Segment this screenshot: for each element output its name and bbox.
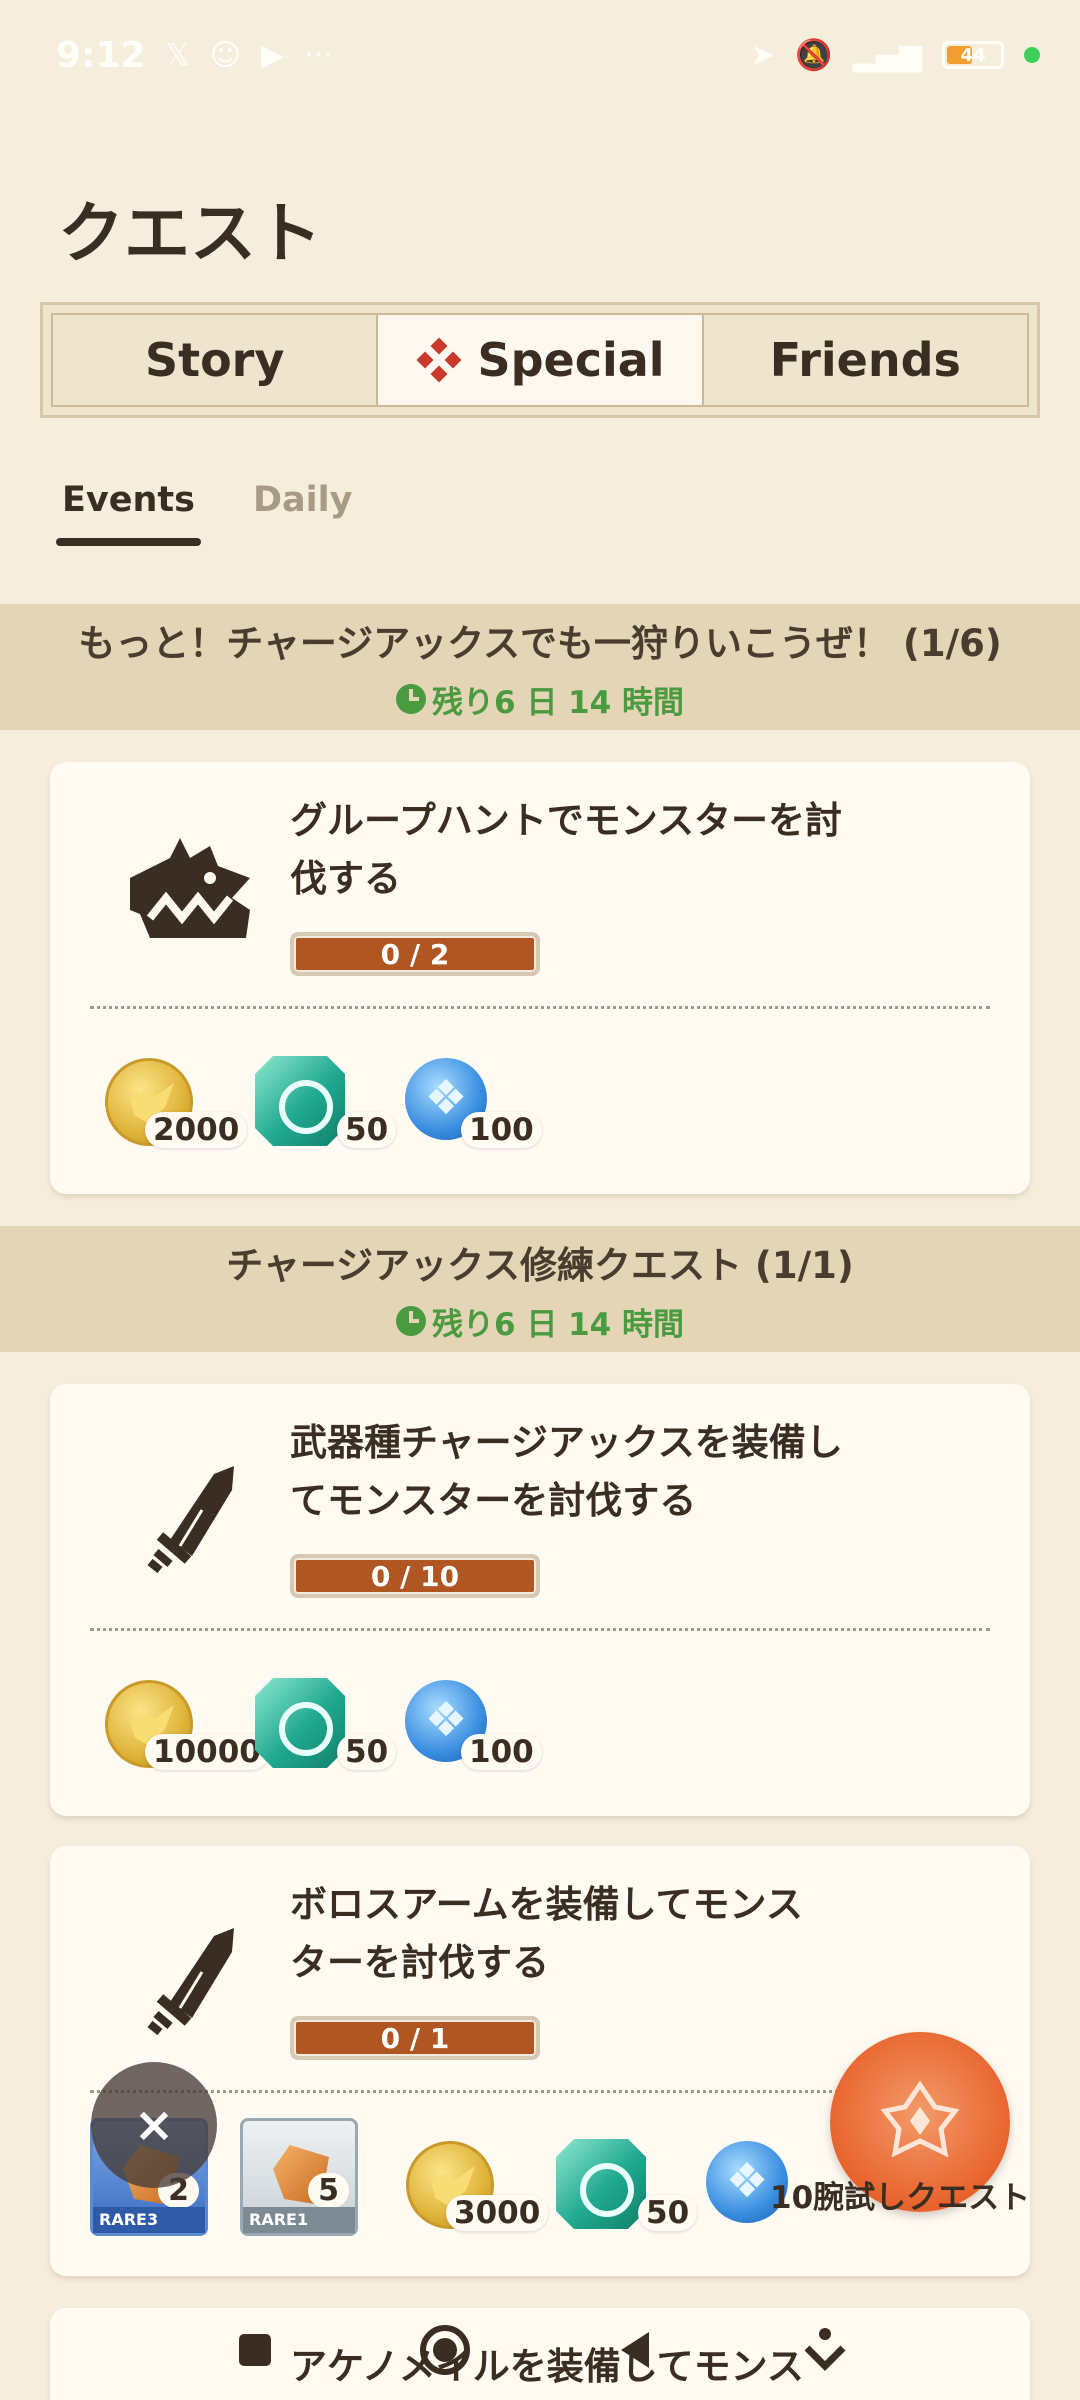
reward-count: 2000 <box>145 1112 248 1148</box>
challenge-emblem-icon <box>880 2080 960 2158</box>
monster-icon <box>130 838 250 938</box>
reward-gem: 50 <box>255 1674 405 1774</box>
quest-description: グループハントでモンスターを討 伐する <box>290 792 910 908</box>
reward-count: 3000 <box>446 2195 549 2231</box>
quest-description: 武器種チャージアックスを装備し てモンスターを討伐する <box>290 1414 910 1530</box>
reward-zenny: 2000 <box>105 1052 255 1152</box>
section-header: チャージアックス修練クエスト (1/1) 残り6 日 14 時間 <box>0 1226 1080 1352</box>
quest-text-line: ボロスアームを装備してモンス <box>290 1883 803 1926</box>
subtab-daily[interactable]: Daily <box>253 480 352 546</box>
subtab-events[interactable]: Events <box>56 480 201 546</box>
reward-count: 100 <box>461 1734 542 1770</box>
home-button[interactable] <box>415 2320 475 2380</box>
challenge-quest-label: 10腕試しクエスト <box>770 2180 1031 2216</box>
battery-level: 44 <box>960 44 986 66</box>
status-right: ➤ 🔕 ▂▄▆ 44 <box>750 38 1040 73</box>
divider <box>90 1628 990 1631</box>
weapon-icon <box>147 1928 234 2036</box>
status-bar: 9:12 𝕏 ☺ ▶ ··· ➤ 🔕 ▂▄▆ 44 <box>0 0 1080 110</box>
tab-label: Special <box>477 333 665 387</box>
quest-text-line: 武器種チャージアックスを装備し <box>290 1421 843 1464</box>
reward-count: 50 <box>337 1734 397 1770</box>
quest-text-line: グループハントでモンスターを討 <box>290 799 843 842</box>
navigation-bar <box>0 2300 1080 2400</box>
youtube-icon: ▶ <box>261 37 285 73</box>
battery-icon: 44 <box>942 41 1004 69</box>
special-emblem-icon <box>416 337 462 383</box>
rewards: 10000 50 100 <box>105 1674 555 1774</box>
gem-icon <box>556 2139 646 2229</box>
quest-progress: 0 / 2 <box>290 932 540 976</box>
rarity-label: RARE3 <box>93 2207 205 2233</box>
time-left: 残り6 日 14 時間 <box>431 1306 685 1343</box>
close-icon: × <box>133 2097 175 2153</box>
quest-text-line: 伐する <box>290 857 401 900</box>
reward-gem: 50 <box>255 1052 405 1152</box>
reward-count: 10000 <box>145 1734 269 1770</box>
privacy-indicator-icon <box>1024 47 1040 63</box>
rewards: 2000 50 100 <box>105 1052 555 1152</box>
circle-home-icon <box>420 2325 470 2375</box>
quest-description: ボロスアームを装備してモンス ターを討伐する <box>290 1876 910 1992</box>
reward-count: 5 <box>308 2173 349 2208</box>
reward-orb: 100 <box>405 1674 555 1774</box>
tab-label: Story <box>144 333 285 387</box>
section-title: もっと！チャージアックスでも一狩りいこうぜ！ (1/6) <box>78 621 1002 665</box>
page-title: クエスト <box>58 195 322 272</box>
reward-zenny: 3000 <box>406 2135 556 2235</box>
tab-special[interactable]: Special <box>378 315 704 405</box>
reward-gem: 50 <box>556 2135 706 2235</box>
section-timer: 残り6 日 14 時間 <box>395 1299 685 1344</box>
section-header: もっと！チャージアックスでも一狩りいこうぜ！ (1/6) 残り6 日 14 時間 <box>0 604 1080 730</box>
section-timer: 残り6 日 14 時間 <box>395 677 685 722</box>
reward-count: 50 <box>337 1112 397 1148</box>
notification-app-icon: ☺ <box>209 37 241 73</box>
quest-progress: 0 / 10 <box>290 1554 540 1598</box>
close-button[interactable]: × <box>91 2062 217 2188</box>
status-time: 9:12 <box>56 34 146 76</box>
quest-text-line: ターを討伐する <box>290 1941 549 1984</box>
quest-progress: 0 / 1 <box>290 2016 540 2060</box>
reward-equipment: 5 RARE1 <box>240 2118 406 2242</box>
reward-orb: 100 <box>405 1052 555 1152</box>
main-tabs: Story Special Friends <box>40 302 1040 418</box>
clock-icon <box>395 684 426 714</box>
equipment-rare1: 5 RARE1 <box>240 2118 358 2236</box>
tab-story[interactable]: Story <box>53 315 379 405</box>
time-left: 残り6 日 14 時間 <box>431 684 685 721</box>
mute-icon: 🔕 <box>795 37 833 73</box>
gem-icon <box>255 1678 345 1768</box>
triangle-back-icon <box>621 2332 649 2368</box>
tab-label: Friends <box>769 333 961 387</box>
clock-icon <box>395 1306 426 1336</box>
sub-tabs: Events Daily <box>56 480 352 546</box>
hide-nav-button[interactable] <box>795 2320 855 2380</box>
recents-button[interactable] <box>225 2320 285 2380</box>
chevron-down-icon <box>804 2328 846 2371</box>
rarity-label: RARE1 <box>243 2207 355 2233</box>
section-title: チャージアックス修練クエスト (1/1) <box>226 1243 854 1287</box>
reward-count: 100 <box>461 1112 542 1148</box>
more-notifications-icon: ··· <box>304 37 333 73</box>
tab-friends[interactable]: Friends <box>704 315 1027 405</box>
reward-zenny: 10000 <box>105 1674 269 1774</box>
status-left: 9:12 𝕏 ☺ ▶ ··· <box>56 35 333 76</box>
back-button[interactable] <box>605 2320 665 2380</box>
reward-count: 50 <box>638 2195 698 2231</box>
divider <box>90 1006 990 1009</box>
quest-card[interactable]: グループハントでモンスターを討 伐する 0 / 2 2000 50 100 <box>50 762 1030 1194</box>
x-app-icon: 𝕏 <box>165 37 190 73</box>
quest-text-line: てモンスターを討伐する <box>290 1479 697 1522</box>
quest-card[interactable]: 武器種チャージアックスを装備し てモンスターを討伐する 0 / 10 10000… <box>50 1384 1030 1816</box>
gem-icon <box>255 1056 345 1146</box>
weapon-icon <box>147 1466 234 1574</box>
location-icon: ➤ <box>750 37 776 73</box>
signal-icon: ▂▄▆ <box>852 37 922 73</box>
square-icon <box>239 2334 271 2366</box>
